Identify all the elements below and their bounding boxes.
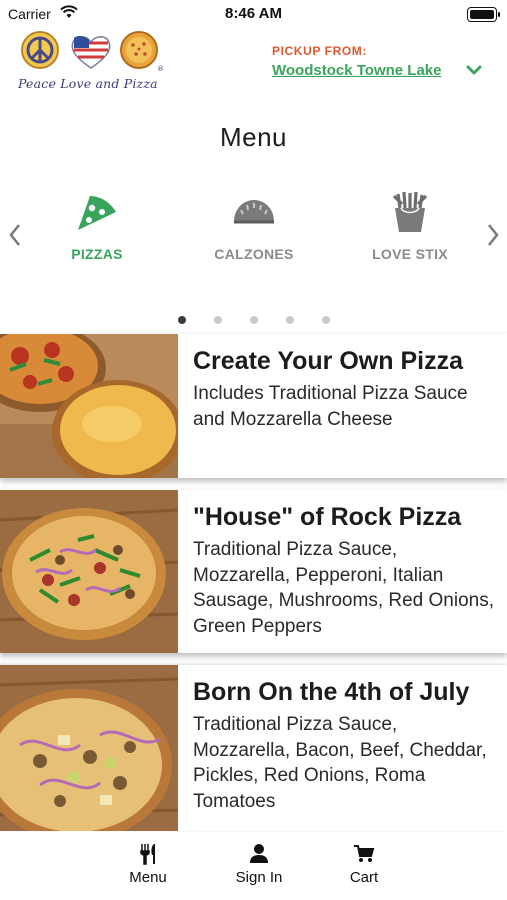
fork-knife-icon (140, 844, 155, 865)
product-card[interactable]: "House" of Rock Pizza Traditional Pizza … (0, 490, 507, 653)
page-dot[interactable] (321, 316, 330, 324)
page-dot[interactable] (177, 316, 186, 324)
calzone-icon (234, 200, 274, 224)
logo-emblems: ® (21, 31, 164, 73)
tab-bar: Menu Sign In Cart (0, 835, 507, 900)
category-label: CALZONES (214, 246, 294, 262)
pickup-label: PICKUP FROM: (272, 44, 367, 58)
brand-name: Peace Love and Pizza (18, 76, 158, 91)
product-title: Create Your Own Pizza (193, 347, 463, 375)
person-icon (250, 844, 268, 863)
category-label: PIZZAS (71, 246, 123, 262)
tab-menu[interactable]: Menu (98, 843, 198, 886)
carousel-page-indicator (0, 316, 507, 324)
battery-icon (467, 7, 500, 22)
page-dot[interactable] (249, 316, 258, 324)
tab-label: Cart (349, 869, 379, 886)
pickup-store-link[interactable]: Woodstock Towne Lake (272, 62, 441, 79)
pizza-slice-icon (78, 196, 116, 230)
clock: 8:46 AM (225, 5, 282, 22)
page-dot[interactable] (213, 316, 222, 324)
category-label: LOVE STIX (372, 246, 448, 262)
fries-icon (392, 191, 428, 232)
cart-icon (354, 845, 375, 862)
product-card[interactable]: Born On the 4th of July Traditional Pizz… (0, 665, 507, 831)
chevron-left-icon[interactable] (3, 220, 27, 250)
category-calzones[interactable]: CALZONES (194, 190, 314, 262)
status-bar: Carrier 8:46 AM (0, 0, 507, 28)
product-description: Traditional Pizza Sauce, Mozzarella, Pep… (193, 539, 494, 637)
svg-text:®: ® (157, 65, 164, 73)
chevron-down-icon[interactable] (466, 64, 482, 76)
tab-label: Menu (129, 869, 167, 886)
product-image (0, 490, 178, 653)
product-title: Born On the 4th of July (193, 678, 470, 706)
category-love-stix[interactable]: LOVE STIX (350, 190, 470, 262)
page-title: Menu (219, 122, 288, 152)
product-image (0, 334, 178, 478)
product-card[interactable]: Create Your Own Pizza Includes Tradition… (0, 334, 507, 478)
product-description: Includes Traditional Pizza Sauce and Moz… (193, 383, 468, 430)
tab-sign-in[interactable]: Sign In (209, 843, 309, 886)
category-pizzas[interactable]: PIZZAS (37, 190, 157, 262)
tab-label: Sign In (235, 869, 283, 886)
page-dot[interactable] (285, 316, 294, 324)
tab-cart[interactable]: Cart (314, 843, 414, 886)
chevron-right-icon[interactable] (481, 220, 505, 250)
product-image (0, 665, 178, 831)
brand-logo: ® Peace Love and Pizza (18, 30, 168, 100)
product-description: Traditional Pizza Sauce, Mozzarella, Bac… (193, 714, 487, 812)
product-title: "House" of Rock Pizza (193, 503, 462, 531)
